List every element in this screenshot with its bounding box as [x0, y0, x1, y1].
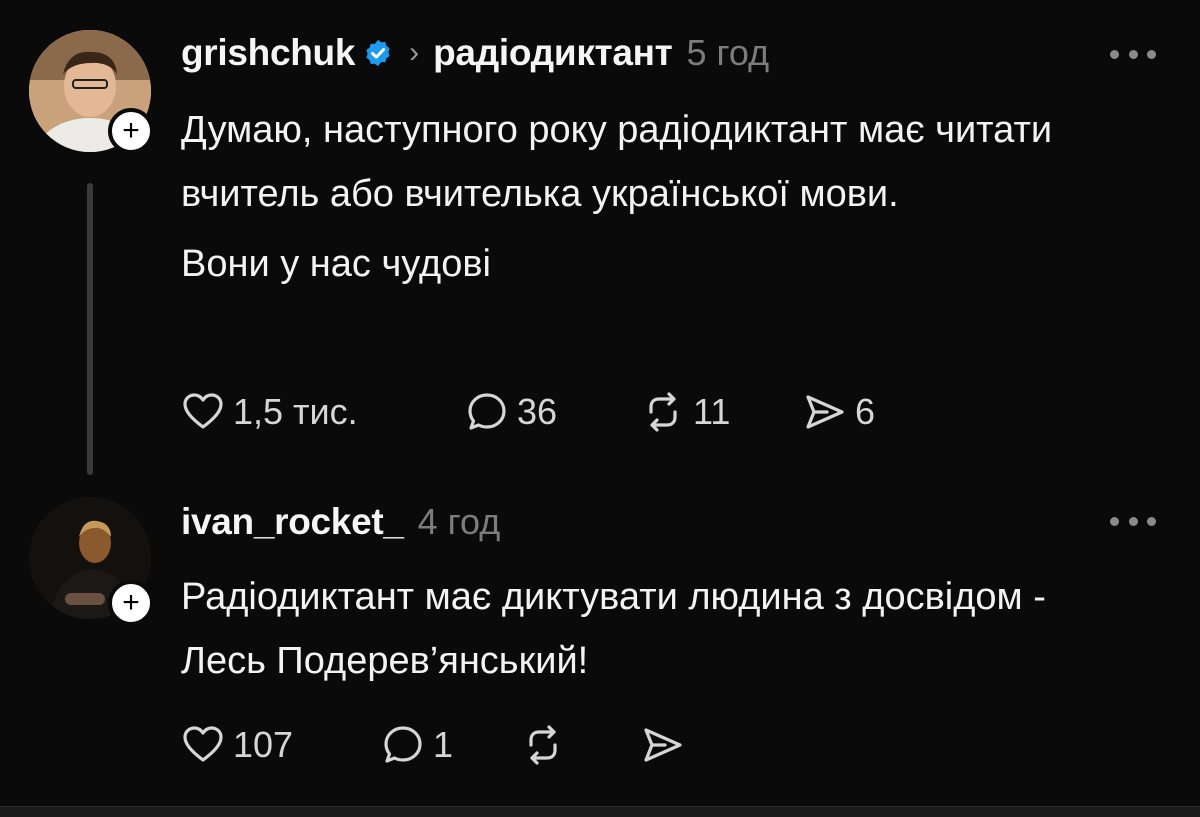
repost-button[interactable]: 11: [641, 390, 803, 434]
like-button[interactable]: 107: [181, 723, 381, 767]
more-dots-icon[interactable]: [1110, 515, 1156, 527]
post-paragraph: Думаю, наступного року радіодиктант має …: [181, 109, 1053, 215]
comment-bubble-icon: [384, 726, 422, 763]
reply-count: 36: [517, 391, 558, 432]
repost-icon: [649, 392, 677, 432]
send-icon: [806, 395, 844, 429]
share-count: 6: [855, 391, 876, 432]
comment-bubble-icon: [468, 393, 506, 430]
thread-post-1: + grishchuk › радіодиктант 5 год Думаю, …: [0, 0, 1200, 485]
share-button[interactable]: 6: [803, 390, 875, 434]
post-text: Думаю, наступного року радіодиктант має …: [181, 98, 1161, 296]
post-header: grishchuk › радіодиктант 5 год: [181, 28, 769, 78]
topic-link[interactable]: радіодиктант: [433, 32, 673, 74]
send-icon: [644, 728, 682, 762]
username[interactable]: grishchuk: [181, 32, 355, 74]
like-count: 1,5 тис.: [233, 391, 358, 432]
reply-button[interactable]: 36: [465, 390, 641, 434]
post-actions: 107 1: [181, 720, 685, 770]
heart-icon: [183, 393, 223, 429]
verified-badge-icon: [366, 39, 390, 67]
like-count: 107: [233, 724, 294, 765]
reply-button[interactable]: 1: [381, 723, 521, 767]
chevron-right-icon: ›: [409, 36, 420, 69]
follow-button[interactable]: +: [108, 108, 154, 154]
post-time: 4 год: [417, 501, 501, 542]
post-paragraph: Вони у нас чудові: [181, 243, 491, 285]
post-actions: 1,5 тис. 36 11 6: [181, 387, 875, 437]
share-button[interactable]: [641, 723, 685, 767]
more-dots-icon[interactable]: [1110, 48, 1156, 60]
thread-line: [87, 183, 93, 475]
repost-button[interactable]: [521, 723, 641, 767]
plus-icon: +: [122, 586, 140, 619]
post-text: Радіодиктант має диктувати людина з досв…: [181, 565, 1161, 693]
repost-count: 11: [693, 391, 731, 432]
heart-icon: [183, 726, 223, 762]
follow-button[interactable]: +: [108, 580, 154, 626]
thread-post-2: + ivan_rocket_ 4 год Радіодиктант має ди…: [0, 485, 1200, 810]
post-time: 5 год: [686, 32, 770, 73]
like-button[interactable]: 1,5 тис.: [181, 390, 465, 434]
post-paragraph: Радіодиктант має диктувати людина з досв…: [181, 576, 1046, 682]
repost-icon: [529, 725, 557, 765]
bottom-bar: [0, 806, 1200, 817]
reply-count: 1: [433, 724, 454, 765]
username[interactable]: ivan_rocket_: [181, 501, 404, 543]
plus-icon: +: [122, 114, 140, 147]
post-header: ivan_rocket_ 4 год: [181, 497, 500, 547]
